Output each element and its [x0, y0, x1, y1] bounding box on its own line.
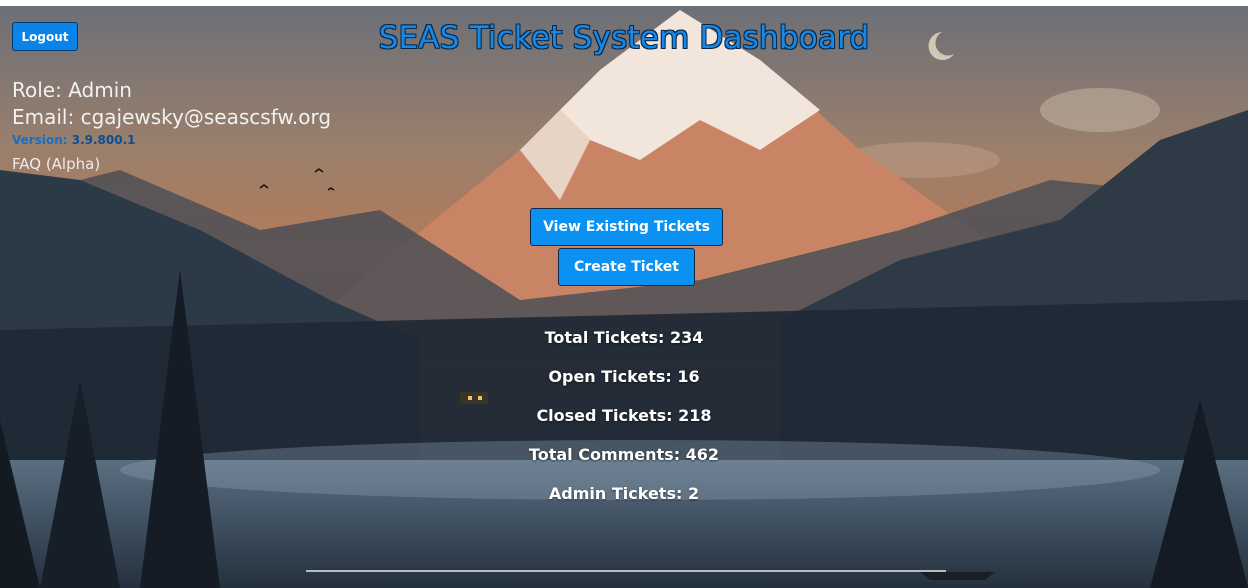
version-label: Version:: [12, 133, 72, 147]
version-text: Version: 3.9.800.1: [12, 133, 136, 147]
stat-total-comments: Total Comments: 462: [528, 445, 720, 464]
divider: [306, 570, 946, 572]
user-role: Role: Admin: [12, 78, 132, 102]
view-existing-tickets-button[interactable]: View Existing Tickets: [530, 208, 723, 246]
stat-admin-tickets: Admin Tickets: 2: [548, 484, 700, 503]
stat-open-tickets: Open Tickets: 16: [548, 367, 700, 386]
ticket-stats: Total Tickets: 234 Open Tickets: 16 Clos…: [0, 328, 1248, 523]
page-title: SEAS Ticket System Dashboard: [378, 20, 870, 56]
stat-total-tickets: Total Tickets: 234: [544, 328, 704, 347]
faq-link[interactable]: FAQ (Alpha): [12, 155, 100, 173]
version-number: 3.9.800.1: [71, 133, 136, 147]
create-ticket-button[interactable]: Create Ticket: [558, 248, 695, 286]
user-email: Email: cgajewsky@seascsfw.org: [12, 105, 332, 129]
stat-closed-tickets: Closed Tickets: 218: [536, 406, 712, 425]
